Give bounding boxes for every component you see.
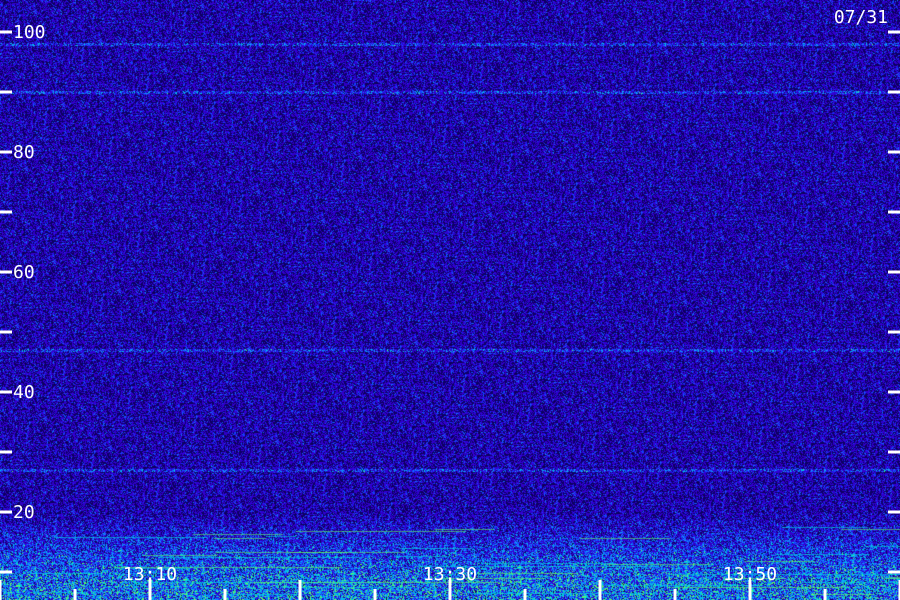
y-tick-label: 40 xyxy=(13,382,35,403)
y-axis-ticks: 20 40 60 80 100 xyxy=(0,22,900,574)
x-tick-label: 13:50 xyxy=(723,564,777,585)
x-axis-ticks: 13:10 13:30 13:50 xyxy=(0,564,900,600)
axis-overlay: 20 40 60 80 100 13:10 13:30 13:50 07/31 xyxy=(0,7,900,600)
y-tick-label: 80 xyxy=(13,142,35,163)
y-tick-label: 100 xyxy=(13,22,46,43)
x-tick-label: 13:10 xyxy=(123,564,177,585)
x-tick-label: 13:30 xyxy=(423,564,477,585)
y-tick-label: 60 xyxy=(13,262,35,283)
spectrogram-chart: 20 40 60 80 100 13:10 13:30 13:50 07/31 xyxy=(0,0,900,600)
y-tick-label: 20 xyxy=(13,502,35,523)
date-label: 07/31 xyxy=(834,7,888,28)
